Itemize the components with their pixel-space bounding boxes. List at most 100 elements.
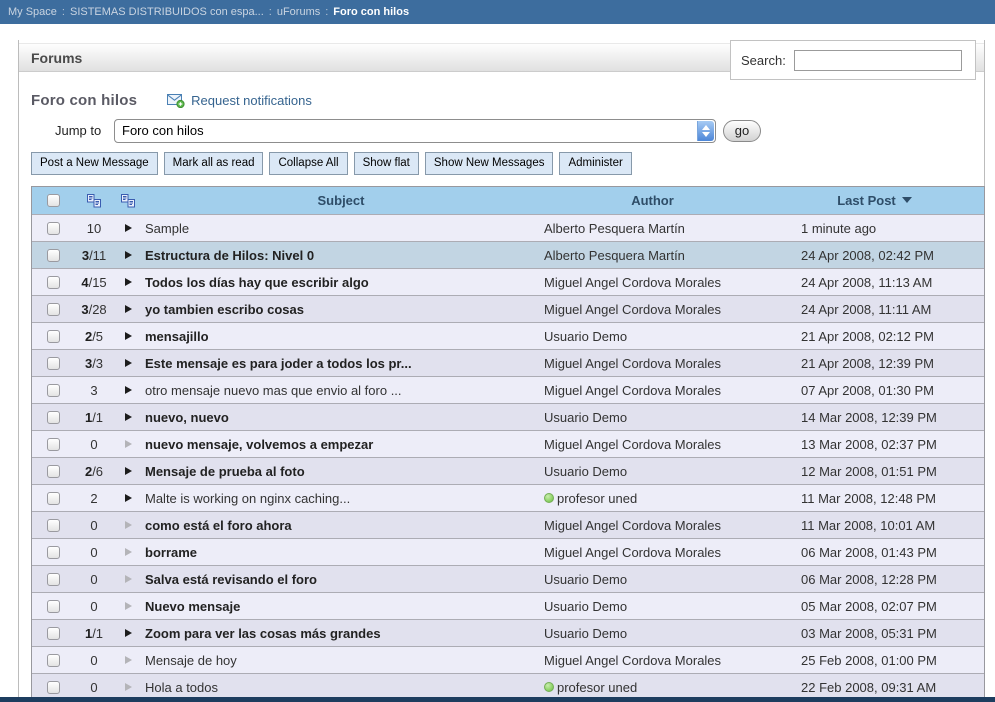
thread-subject[interactable]: Mensaje de prueba al foto: [145, 464, 305, 479]
thread-subject[interactable]: Nuevo mensaje: [145, 599, 240, 614]
author-cell: Miguel Angel Cordova Morales: [540, 545, 765, 560]
thread-subject[interactable]: yo tambien escribo cosas: [145, 302, 304, 317]
expand-thread-icon[interactable]: [125, 467, 132, 475]
thread-author: Miguel Angel Cordova Morales: [544, 275, 721, 290]
thread-subject[interactable]: Salva está revisando el foro: [145, 572, 317, 587]
thread-subject[interactable]: borrame: [145, 545, 197, 560]
thread-author: Miguel Angel Cordova Morales: [544, 653, 721, 668]
subject-cell: Hola a todos: [142, 680, 540, 695]
subject-cell: otro mensaje nuevo mas que envio al foro…: [142, 383, 540, 398]
thread-author: Miguel Angel Cordova Morales: [544, 437, 721, 452]
mark-all-read-button[interactable]: Mark all as read: [164, 152, 264, 175]
breadcrumb-my-space[interactable]: My Space: [8, 6, 57, 18]
subject-cell: Todos los días hay que escribir algo: [142, 275, 540, 290]
expand-thread-icon[interactable]: [125, 413, 132, 421]
unread-count: 2: [74, 491, 114, 506]
search-input[interactable]: [794, 50, 962, 71]
subject-cell: Este mensaje es para joder a todos los p…: [142, 356, 540, 371]
expand-thread-icon[interactable]: [125, 683, 132, 691]
row-checkbox[interactable]: [47, 492, 60, 505]
breadcrumb-course[interactable]: SISTEMAS DISTRIBUIDOS con espa...: [70, 6, 264, 18]
online-indicator-icon: [544, 493, 554, 503]
sort-total-icon[interactable]: [114, 194, 142, 208]
thread-subject[interactable]: nuevo mensaje, volvemos a empezar: [145, 437, 373, 452]
thread-subject[interactable]: mensajillo: [145, 329, 209, 344]
thread-subject[interactable]: nuevo, nuevo: [145, 410, 229, 425]
request-notifications-link[interactable]: Request notifications: [167, 93, 312, 108]
last-post-time: 06 Mar 2008, 01:43 PM: [765, 545, 984, 560]
thread-subject[interactable]: otro mensaje nuevo mas que envio al foro…: [145, 383, 402, 398]
go-button[interactable]: go: [723, 120, 761, 142]
expand-thread-icon[interactable]: [125, 305, 132, 313]
show-new-messages-button[interactable]: Show New Messages: [425, 152, 554, 175]
show-flat-button[interactable]: Show flat: [354, 152, 419, 175]
row-checkbox[interactable]: [47, 627, 60, 640]
expand-thread-icon[interactable]: [125, 386, 132, 394]
subject-column-header[interactable]: Subject: [142, 193, 540, 208]
expand-thread-icon[interactable]: [125, 494, 132, 502]
administer-button[interactable]: Administer: [559, 152, 631, 175]
subject-cell: mensajillo: [142, 329, 540, 344]
thread-subject[interactable]: Malte is working on nginx caching...: [145, 491, 350, 506]
thread-subject[interactable]: Mensaje de hoy: [145, 653, 237, 668]
row-checkbox[interactable]: [47, 276, 60, 289]
forum-title: Foro con hilos: [31, 92, 137, 109]
expand-thread-icon[interactable]: [125, 521, 132, 529]
expand-thread-icon[interactable]: [125, 575, 132, 583]
thread-author: Miguel Angel Cordova Morales: [544, 383, 721, 398]
search-label: Search:: [741, 53, 786, 68]
threads-table-header: Subject Author Last Post: [32, 187, 984, 214]
row-checkbox[interactable]: [47, 546, 60, 559]
select-all-checkbox[interactable]: [47, 194, 60, 207]
expand-thread-icon[interactable]: [125, 602, 132, 610]
expand-thread-icon[interactable]: [125, 359, 132, 367]
thread-subject[interactable]: Todos los días hay que escribir algo: [145, 275, 369, 290]
breadcrumb-uforums[interactable]: uForums: [277, 6, 320, 18]
row-checkbox[interactable]: [47, 438, 60, 451]
thread-author: profesor uned: [557, 680, 637, 695]
expand-thread-icon[interactable]: [125, 251, 132, 259]
last-post-time: 24 Apr 2008, 02:42 PM: [765, 248, 984, 263]
row-checkbox[interactable]: [47, 654, 60, 667]
author-cell: Usuario Demo: [540, 599, 765, 614]
row-checkbox[interactable]: [47, 600, 60, 613]
thread-subject[interactable]: Hola a todos: [145, 680, 218, 695]
expand-cell: [114, 683, 142, 691]
row-checkbox[interactable]: [47, 330, 60, 343]
expand-thread-icon[interactable]: [125, 332, 132, 340]
author-cell: Miguel Angel Cordova Morales: [540, 653, 765, 668]
unread-count: 1/1: [74, 626, 114, 641]
expand-thread-icon[interactable]: [125, 224, 132, 232]
thread-subject[interactable]: como está el foro ahora: [145, 518, 292, 533]
thread-subject[interactable]: Estructura de Hilos: Nivel 0: [145, 248, 314, 263]
last-post-time: 11 Mar 2008, 10:01 AM: [765, 518, 984, 533]
row-checkbox[interactable]: [47, 465, 60, 478]
subject-cell: Salva está revisando el foro: [142, 572, 540, 587]
expand-thread-icon[interactable]: [125, 548, 132, 556]
expand-cell: [114, 413, 142, 421]
row-checkbox[interactable]: [47, 573, 60, 586]
last-post-time: 22 Feb 2008, 09:31 AM: [765, 680, 984, 695]
author-column-header[interactable]: Author: [540, 193, 765, 208]
row-checkbox[interactable]: [47, 681, 60, 694]
row-checkbox[interactable]: [47, 222, 60, 235]
checkbox-cell: [32, 249, 74, 262]
post-new-message-button[interactable]: Post a New Message: [31, 152, 158, 175]
thread-subject[interactable]: Este mensaje es para joder a todos los p…: [145, 356, 412, 371]
row-checkbox[interactable]: [47, 384, 60, 397]
row-checkbox[interactable]: [47, 411, 60, 424]
last-post-column-header[interactable]: Last Post: [765, 193, 984, 208]
row-checkbox[interactable]: [47, 303, 60, 316]
expand-thread-icon[interactable]: [125, 278, 132, 286]
expand-thread-icon[interactable]: [125, 440, 132, 448]
expand-thread-icon[interactable]: [125, 629, 132, 637]
thread-subject[interactable]: Zoom para ver las cosas más grandes: [145, 626, 381, 641]
row-checkbox[interactable]: [47, 519, 60, 532]
collapse-all-button[interactable]: Collapse All: [269, 152, 347, 175]
sort-unread-icon[interactable]: [74, 194, 114, 208]
expand-thread-icon[interactable]: [125, 656, 132, 664]
row-checkbox[interactable]: [47, 357, 60, 370]
thread-subject[interactable]: Sample: [145, 221, 189, 236]
jump-to-select[interactable]: Foro con hilos: [114, 119, 716, 143]
row-checkbox[interactable]: [47, 249, 60, 262]
